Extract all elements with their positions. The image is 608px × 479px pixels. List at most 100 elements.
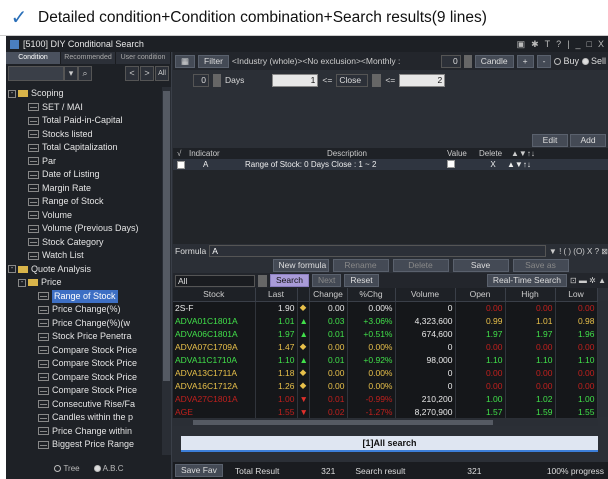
- tab-user-condition[interactable]: User condition: [116, 52, 171, 64]
- tree-item[interactable]: Price Change(%): [6, 303, 162, 317]
- tree-item[interactable]: Compare Stock Price: [6, 357, 162, 371]
- field-dropdown-icon[interactable]: [372, 73, 382, 87]
- new-formula-button[interactable]: New formula: [272, 259, 329, 272]
- table-row[interactable]: ADVA06C1801A 1.97 ▲ 0.01 +0.51% 674,600 1.97 1.…: [173, 327, 598, 340]
- tree-item[interactable]: Volume: [6, 209, 162, 223]
- next-result-button[interactable]: Next: [311, 274, 342, 287]
- window-control-4[interactable]: |: [567, 39, 569, 49]
- tree-item[interactable]: Total Paid-in-Capital: [6, 114, 162, 128]
- all-button[interactable]: All: [155, 66, 169, 81]
- filter-count[interactable]: 0: [440, 54, 461, 68]
- range-to-input[interactable]: 2: [399, 73, 446, 87]
- radio-abc[interactable]: A.B.C: [93, 464, 124, 473]
- window-control-5[interactable]: _: [576, 39, 581, 49]
- radio-tree[interactable]: Tree: [54, 464, 80, 473]
- tree-scroll-thumb[interactable]: [163, 91, 170, 381]
- value-checkbox[interactable]: [447, 159, 455, 168]
- window-control-6[interactable]: □: [587, 39, 592, 49]
- collapse-icon[interactable]: -: [18, 278, 26, 287]
- tree-folder[interactable]: - Scoping: [6, 87, 162, 101]
- tab-condition[interactable]: Condition: [6, 52, 61, 64]
- prev-button[interactable]: <: [125, 66, 139, 81]
- dropdown-arrow-icon[interactable]: ▾: [64, 66, 78, 81]
- tree-scrollbar[interactable]: [162, 87, 171, 455]
- save-button[interactable]: Save: [452, 259, 509, 272]
- tree-item[interactable]: Compare Stock Price: [6, 371, 162, 385]
- scope-dropdown-icon[interactable]: [258, 274, 267, 287]
- tree-item[interactable]: Par: [6, 155, 162, 169]
- field-select[interactable]: Close: [336, 73, 369, 87]
- grid-scroll-thumb[interactable]: [193, 420, 493, 425]
- grid-vertical-scrollbar[interactable]: [598, 301, 608, 417]
- tree-item[interactable]: SET / MAI: [6, 101, 162, 115]
- column-header[interactable]: Stock: [173, 288, 256, 302]
- grid-icon[interactable]: ▦: [175, 54, 196, 68]
- tree-item[interactable]: Price Change within: [6, 425, 162, 439]
- radio-buy[interactable]: Buy: [554, 56, 579, 66]
- add-button[interactable]: Add: [570, 134, 606, 147]
- tree-item[interactable]: Margin Rate: [6, 182, 162, 196]
- table-row[interactable]: ADVA13C1711A 1.18 ◆ 0.00 0.00% 0 0.00 0.00 0.00: [173, 366, 598, 379]
- window-control-3[interactable]: ?: [556, 39, 561, 49]
- days-input[interactable]: 0: [193, 73, 209, 87]
- column-header[interactable]: Open: [455, 288, 506, 302]
- window-control-7[interactable]: X: [598, 39, 604, 49]
- column-header[interactable]: High: [505, 288, 556, 302]
- table-row[interactable]: ADVA27C1801A 1.00 ▼ 0.01 -0.99% 210,200 1.00 1.…: [173, 392, 598, 405]
- tree-item[interactable]: Range of Stock: [6, 289, 162, 303]
- next-button[interactable]: >: [140, 66, 154, 81]
- delete-button[interactable]: Delete: [392, 259, 449, 272]
- condition-category-select[interactable]: [8, 66, 64, 81]
- window-control-1[interactable]: ✱: [531, 39, 539, 49]
- column-header[interactable]: %Chg: [347, 288, 396, 302]
- candle-button[interactable]: Candle: [474, 54, 514, 68]
- formula-input[interactable]: A: [209, 245, 546, 257]
- plus-button[interactable]: +: [516, 54, 534, 68]
- result-tab[interactable]: [1]All search: [181, 436, 598, 450]
- grid-horizontal-scrollbar[interactable]: [173, 419, 598, 426]
- indicator-checkbox[interactable]: [177, 160, 185, 169]
- filter-button[interactable]: Filter: [198, 54, 229, 68]
- minus-button[interactable]: -: [536, 54, 552, 68]
- range-from-input[interactable]: 1: [272, 73, 319, 87]
- tree-item[interactable]: Date of Listing: [6, 168, 162, 182]
- reorder-arrows[interactable]: ▲▼↑↓: [507, 160, 531, 169]
- result-tool-icons[interactable]: ⊡ ▬ ✲ ▲: [570, 276, 606, 285]
- table-row[interactable]: ADVA01C1801A 1.01 ▲ 0.03 +3.06% 4,323,600 0.99…: [173, 314, 598, 327]
- tree-item[interactable]: Stock Category: [6, 236, 162, 250]
- formula-operators[interactable]: ▼ ! ( ) (O) X ? ⊠: [549, 247, 608, 256]
- reset-button[interactable]: Reset: [344, 274, 379, 287]
- tree-folder[interactable]: - Price: [6, 276, 162, 290]
- radio-sell[interactable]: Sell: [581, 56, 606, 66]
- column-header[interactable]: Low: [555, 288, 598, 302]
- tab-recommended[interactable]: Recommended: [61, 52, 116, 64]
- table-row[interactable]: ADVA07C1709A 1.47 ◆ 0.00 0.00% 0 0.00 0.00 0.00: [173, 340, 598, 353]
- window-control-0[interactable]: ▣: [517, 39, 526, 49]
- collapse-icon[interactable]: -: [8, 265, 16, 274]
- tree-item[interactable]: Compare Stock Price: [6, 344, 162, 358]
- window-control-2[interactable]: T: [545, 39, 551, 49]
- save-fav-button[interactable]: Save Fav: [175, 464, 223, 477]
- indicator-row[interactable]: A Range of Stock: 0 Days Close : 1 ~ 2 X…: [173, 159, 608, 170]
- tree-item[interactable]: Watch List: [6, 249, 162, 263]
- save-as-button[interactable]: Save as: [512, 259, 569, 272]
- table-row[interactable]: 2S-F 1.90 ◆ 0.00 0.00% 0 0.00 0.00 0.00: [173, 301, 598, 314]
- tree-item[interactable]: Compare Stock Price: [6, 384, 162, 398]
- spinner-icon[interactable]: [463, 54, 472, 68]
- scope-select[interactable]: All: [175, 274, 255, 287]
- tree-item[interactable]: Volume (Previous Days): [6, 222, 162, 236]
- days-spinner-icon[interactable]: [213, 73, 221, 87]
- tree-item[interactable]: Total Capitalization: [6, 141, 162, 155]
- table-row[interactable]: ADVA11C1710A 1.10 ▲ 0.01 +0.92% 98,000 1.10 1.1…: [173, 353, 598, 366]
- rename-button[interactable]: Rename: [332, 259, 389, 272]
- search-icon[interactable]: ⌕: [78, 66, 92, 81]
- tree-item[interactable]: Range of Stock: [6, 195, 162, 209]
- column-header[interactable]: Change: [309, 288, 348, 302]
- tree-item[interactable]: Stock Price Penetra: [6, 330, 162, 344]
- edit-button[interactable]: Edit: [532, 134, 568, 147]
- table-row[interactable]: AGE 1.55 ▼ 0.02 -1.27% 8,270,900 1.57 1.59 1.55: [173, 405, 598, 418]
- delete-icon[interactable]: X: [479, 160, 507, 169]
- tree-item[interactable]: Stocks listed: [6, 128, 162, 142]
- search-button[interactable]: Search: [270, 274, 309, 287]
- tree-item[interactable]: Candles within the p: [6, 411, 162, 425]
